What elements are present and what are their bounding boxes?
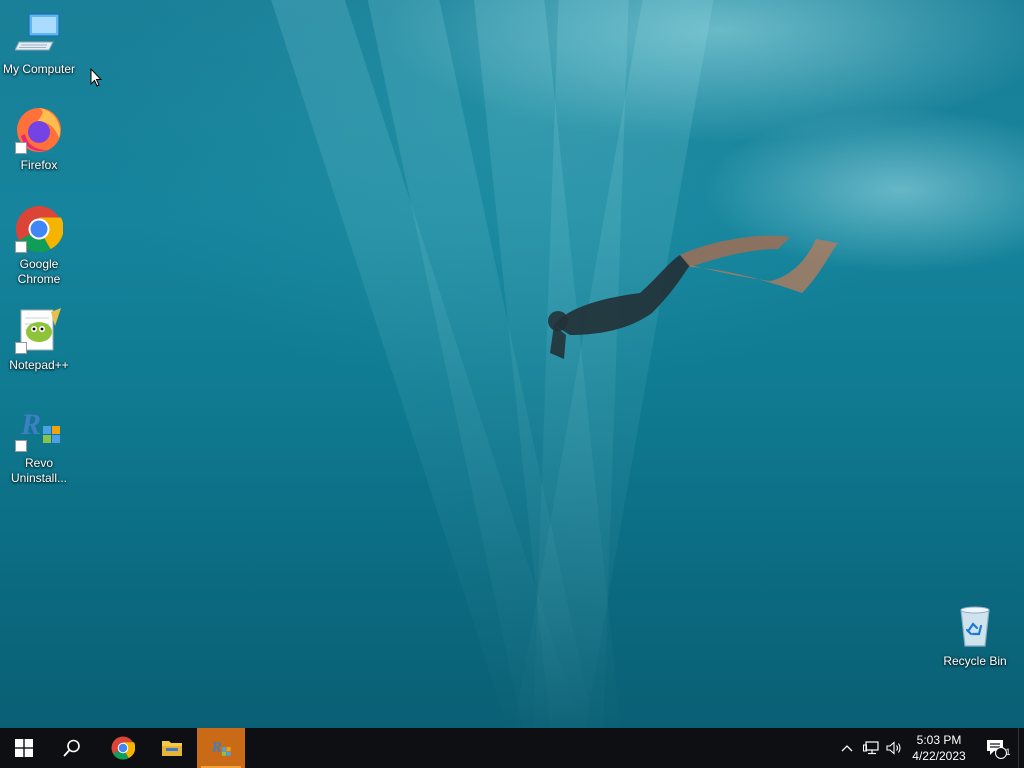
windows-logo-icon <box>15 739 33 757</box>
desktop-icon-label: My Computer <box>2 62 76 76</box>
show-desktop-button[interactable] <box>1018 728 1024 768</box>
network-tray-button[interactable] <box>859 728 883 768</box>
chrome-icon <box>15 205 64 253</box>
desktop-icon-label: Notepad++ <box>9 358 69 372</box>
shortcut-arrow-icon <box>15 440 27 452</box>
desktop-wallpaper: My Computer Firefox Google Chrome Notepa… <box>0 0 1024 728</box>
shortcut-arrow-icon <box>15 241 27 253</box>
search-button[interactable] <box>48 728 96 768</box>
notepadpp-icon <box>15 306 63 354</box>
firefox-icon <box>15 106 63 154</box>
taskbar-file-explorer-button[interactable] <box>148 728 196 768</box>
clock-button[interactable]: 5:03 PM 4/22/2023 <box>906 732 972 764</box>
desktop-icon-label: Revo Uninstall... <box>10 456 68 485</box>
taskbar-chrome-button[interactable] <box>99 728 147 768</box>
taskbar-revo-uninstaller-button[interactable]: R <box>197 728 245 768</box>
chrome-icon <box>111 736 135 760</box>
speaker-icon <box>886 741 901 755</box>
computer-icon <box>14 10 63 58</box>
shortcut-arrow-icon <box>15 142 27 154</box>
revo-uninstaller-icon: R <box>15 404 63 452</box>
desktop-icon-label: Recycle Bin <box>943 654 1007 668</box>
search-icon <box>63 739 80 757</box>
revo-uninstaller-icon: R <box>211 740 231 756</box>
action-center-button[interactable]: 1 <box>976 728 1016 768</box>
desktop-icon-recycle-bin[interactable]: Recycle Bin <box>937 602 1013 669</box>
desktop-icon-revo-uninstaller[interactable]: R Revo Uninstall... <box>1 404 77 486</box>
svg-text:R: R <box>20 408 41 441</box>
desktop-icon-label: Firefox <box>20 158 58 172</box>
clock-time: 5:03 PM <box>916 733 962 747</box>
shortcut-arrow-icon <box>15 342 27 354</box>
notification-count-badge: 1 <box>1005 747 1011 757</box>
start-button[interactable] <box>0 728 48 768</box>
desktop-icon-label: Google Chrome <box>17 257 61 286</box>
folder-icon <box>162 741 182 756</box>
recycle-bin-icon <box>951 602 999 650</box>
network-icon <box>863 741 879 755</box>
chevron-up-icon <box>841 745 853 752</box>
volume-tray-button[interactable] <box>882 728 906 768</box>
desktop-icon-notepadpp[interactable]: Notepad++ <box>1 306 77 373</box>
taskbar: R 5:03 PM 4/22/2023 1 <box>0 728 1024 768</box>
freediver-silhouette <box>548 235 838 359</box>
svg-text:R: R <box>211 740 222 756</box>
mouse-cursor-icon <box>90 68 102 87</box>
desktop-icon-my-computer[interactable]: My Computer <box>1 10 77 77</box>
desktop-icon-firefox[interactable]: Firefox <box>1 106 77 173</box>
show-hidden-icons-button[interactable] <box>835 728 859 768</box>
clock-date: 4/22/2023 <box>912 749 966 763</box>
desktop-icon-google-chrome[interactable]: Google Chrome <box>1 205 77 287</box>
